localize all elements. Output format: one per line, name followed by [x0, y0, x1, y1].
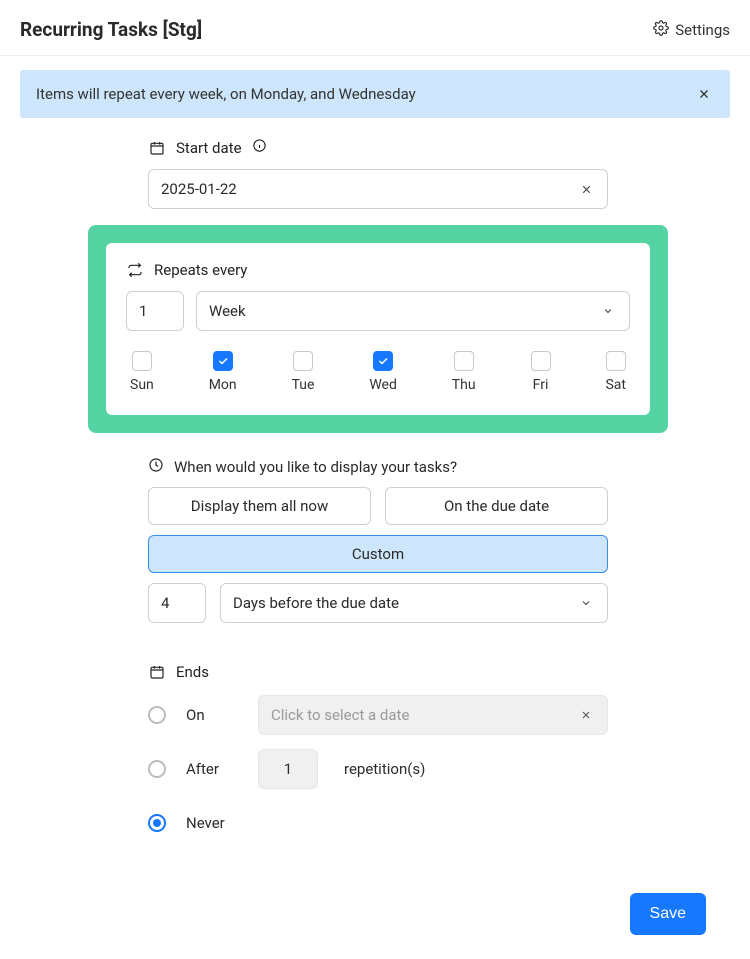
start-date-clear-button[interactable] — [577, 180, 595, 198]
repeat-count-value: 1 — [139, 302, 171, 320]
repeats-label: Repeats every — [154, 261, 247, 279]
header-bar: Recurring Tasks [Stg] Settings — [0, 0, 750, 56]
repeat-unit-value: Week — [209, 302, 599, 320]
day-mon: Mon — [209, 351, 237, 393]
ends-after-count-value: 1 — [284, 760, 292, 778]
day-label-thu: Thu — [452, 377, 476, 393]
day-label-mon: Mon — [209, 377, 237, 393]
ends-on-clear-button[interactable] — [577, 706, 595, 724]
ends-on-placeholder: Click to select a date — [271, 706, 577, 724]
chevron-down-icon — [577, 594, 595, 612]
ends-radio-never[interactable] — [148, 814, 166, 832]
day-checkbox-wed[interactable] — [373, 351, 393, 371]
settings-label: Settings — [675, 21, 730, 39]
day-wed: Wed — [369, 351, 397, 393]
page-title: Recurring Tasks [Stg] — [20, 18, 202, 41]
day-tue: Tue — [292, 351, 315, 393]
start-date-label-row: Start date — [148, 138, 608, 157]
day-sat: Sat — [605, 351, 626, 393]
weekday-selector: Sun Mon Tue Wed — [126, 351, 630, 393]
gear-icon — [653, 20, 669, 40]
day-thu: Thu — [452, 351, 476, 393]
ends-radio-on[interactable] — [148, 706, 166, 724]
banner-text: Items will repeat every week, on Monday,… — [36, 85, 416, 103]
display-option-on-due[interactable]: On the due date — [385, 487, 608, 525]
ends-label: Ends — [176, 663, 209, 681]
display-label-row: When would you like to display your task… — [148, 457, 608, 477]
calendar-icon — [148, 663, 166, 681]
banner-close-button[interactable] — [694, 84, 714, 104]
ends-never-label: Never — [186, 814, 238, 832]
day-label-fri: Fri — [533, 377, 549, 393]
ends-after-suffix: repetition(s) — [344, 760, 425, 778]
info-icon[interactable] — [252, 138, 267, 157]
ends-on-label: On — [186, 706, 238, 724]
display-custom-count-input[interactable]: 4 — [148, 583, 206, 623]
ends-label-row: Ends — [148, 663, 608, 681]
day-checkbox-tue[interactable] — [293, 351, 313, 371]
settings-button[interactable]: Settings — [653, 20, 730, 40]
start-date-value: 2025-01-22 — [161, 180, 577, 198]
repeats-highlight-block: Repeats every 1 Week — [88, 225, 668, 433]
day-fri: Fri — [531, 351, 551, 393]
chevron-down-icon — [599, 302, 617, 320]
display-label: When would you like to display your task… — [174, 458, 457, 476]
day-label-sat: Sat — [605, 377, 626, 393]
ends-on-date-input[interactable]: Click to select a date — [258, 695, 608, 735]
day-checkbox-mon[interactable] — [213, 351, 233, 371]
display-custom-unit-value: Days before the due date — [233, 594, 577, 612]
start-date-input[interactable]: 2025-01-22 — [148, 169, 608, 209]
day-checkbox-sat[interactable] — [606, 351, 626, 371]
ends-after-count-input[interactable]: 1 — [258, 749, 318, 789]
ends-after-label: After — [186, 760, 238, 778]
calendar-icon — [148, 139, 166, 157]
day-checkbox-thu[interactable] — [454, 351, 474, 371]
ends-radio-after[interactable] — [148, 760, 166, 778]
day-checkbox-fri[interactable] — [531, 351, 551, 371]
day-label-sun: Sun — [130, 377, 154, 393]
day-label-wed: Wed — [369, 377, 397, 393]
start-date-label: Start date — [176, 139, 242, 157]
display-option-custom[interactable]: Custom — [148, 535, 608, 573]
day-sun: Sun — [130, 351, 154, 393]
display-custom-count-value: 4 — [161, 594, 193, 612]
clock-icon — [148, 457, 164, 477]
repeat-count-input[interactable]: 1 — [126, 291, 184, 331]
display-option-all-now[interactable]: Display them all now — [148, 487, 371, 525]
display-custom-unit-select[interactable]: Days before the due date — [220, 583, 608, 623]
day-label-tue: Tue — [292, 377, 315, 393]
info-banner: Items will repeat every week, on Monday,… — [20, 70, 730, 118]
repeat-unit-select[interactable]: Week — [196, 291, 630, 331]
save-button[interactable]: Save — [630, 893, 706, 935]
repeat-icon — [126, 261, 144, 279]
day-checkbox-sun[interactable] — [132, 351, 152, 371]
repeats-label-row: Repeats every — [126, 261, 630, 279]
